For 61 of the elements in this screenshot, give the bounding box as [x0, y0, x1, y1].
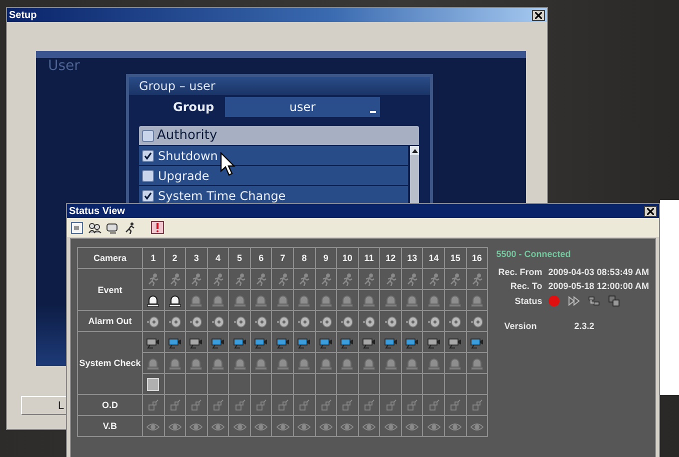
list-header[interactable]: Authority: [139, 126, 419, 145]
window-title: Setup: [9, 10, 37, 20]
info-value: 2009-05-18 12:00:00 AM: [548, 281, 649, 291]
network-icon: [588, 296, 600, 306]
close-button[interactable]: [532, 10, 545, 20]
checkbox[interactable]: [142, 130, 154, 142]
column-header: 13: [401, 248, 423, 268]
list-item[interactable]: Shutdown: [139, 146, 408, 165]
column-header: 14: [422, 248, 445, 268]
row-header: O.D: [78, 394, 142, 416]
fast-forward-icon: [568, 296, 580, 306]
checkbox[interactable]: [142, 170, 154, 182]
alert-icon[interactable]: [150, 220, 164, 234]
row-header: V.B: [78, 416, 142, 436]
header-label: Authority: [157, 128, 218, 143]
column-header: 10: [336, 248, 358, 268]
column-header: 3: [186, 248, 208, 268]
column-header: 7: [272, 248, 294, 268]
column-header: 2: [164, 248, 186, 268]
close-icon: [647, 208, 654, 214]
column-header: 12: [380, 248, 402, 268]
panel-title: User: [47, 58, 81, 74]
row-header: Alarm Out: [78, 310, 142, 332]
row-header: Event: [78, 268, 142, 310]
column-header: 1: [142, 248, 164, 268]
close-icon: [535, 12, 542, 18]
column-header: 16: [466, 248, 488, 268]
info-value: 2.3.2: [574, 321, 596, 331]
table-header: Camera: [78, 248, 142, 268]
people-icon[interactable]: [88, 220, 102, 234]
item-label: Upgrade: [158, 168, 210, 182]
window-title: Status View: [69, 206, 125, 216]
info-label: Rec. From: [497, 267, 542, 277]
group-field[interactable]: user: [225, 97, 380, 117]
checkbox[interactable]: [142, 190, 154, 202]
column-header: 9: [315, 248, 337, 268]
info-label: Version: [504, 321, 538, 331]
list-item[interactable]: Upgrade: [139, 166, 408, 185]
item-label: Shutdown: [158, 148, 218, 162]
column-header: 15: [444, 248, 466, 268]
info-label: Rec. To: [509, 281, 542, 291]
checkbox[interactable]: [142, 150, 154, 162]
close-button[interactable]: [644, 206, 657, 216]
info-label: Status: [514, 296, 542, 306]
info-value: 2009-04-03 08:53:49 AM: [548, 267, 649, 277]
mouse-pointer-icon: [220, 152, 236, 176]
list-icon[interactable]: [70, 220, 84, 234]
windows-icon: [608, 295, 620, 307]
connection-status: 5500 - Connected: [496, 249, 572, 259]
scrollbar[interactable]: [410, 146, 419, 206]
item-label: System Time Change: [158, 188, 286, 202]
column-header: 4: [207, 248, 229, 268]
column-header: 5: [228, 248, 250, 268]
row-header: System Check: [78, 332, 142, 394]
monitor-icon[interactable]: [106, 220, 120, 234]
column-header: 8: [293, 248, 316, 268]
up-arrow-icon: [412, 148, 418, 152]
column-header: 11: [358, 248, 380, 268]
column-header: 6: [250, 248, 272, 268]
field-label: Group: [173, 100, 213, 114]
dialog-title: Group – user: [139, 79, 216, 93]
